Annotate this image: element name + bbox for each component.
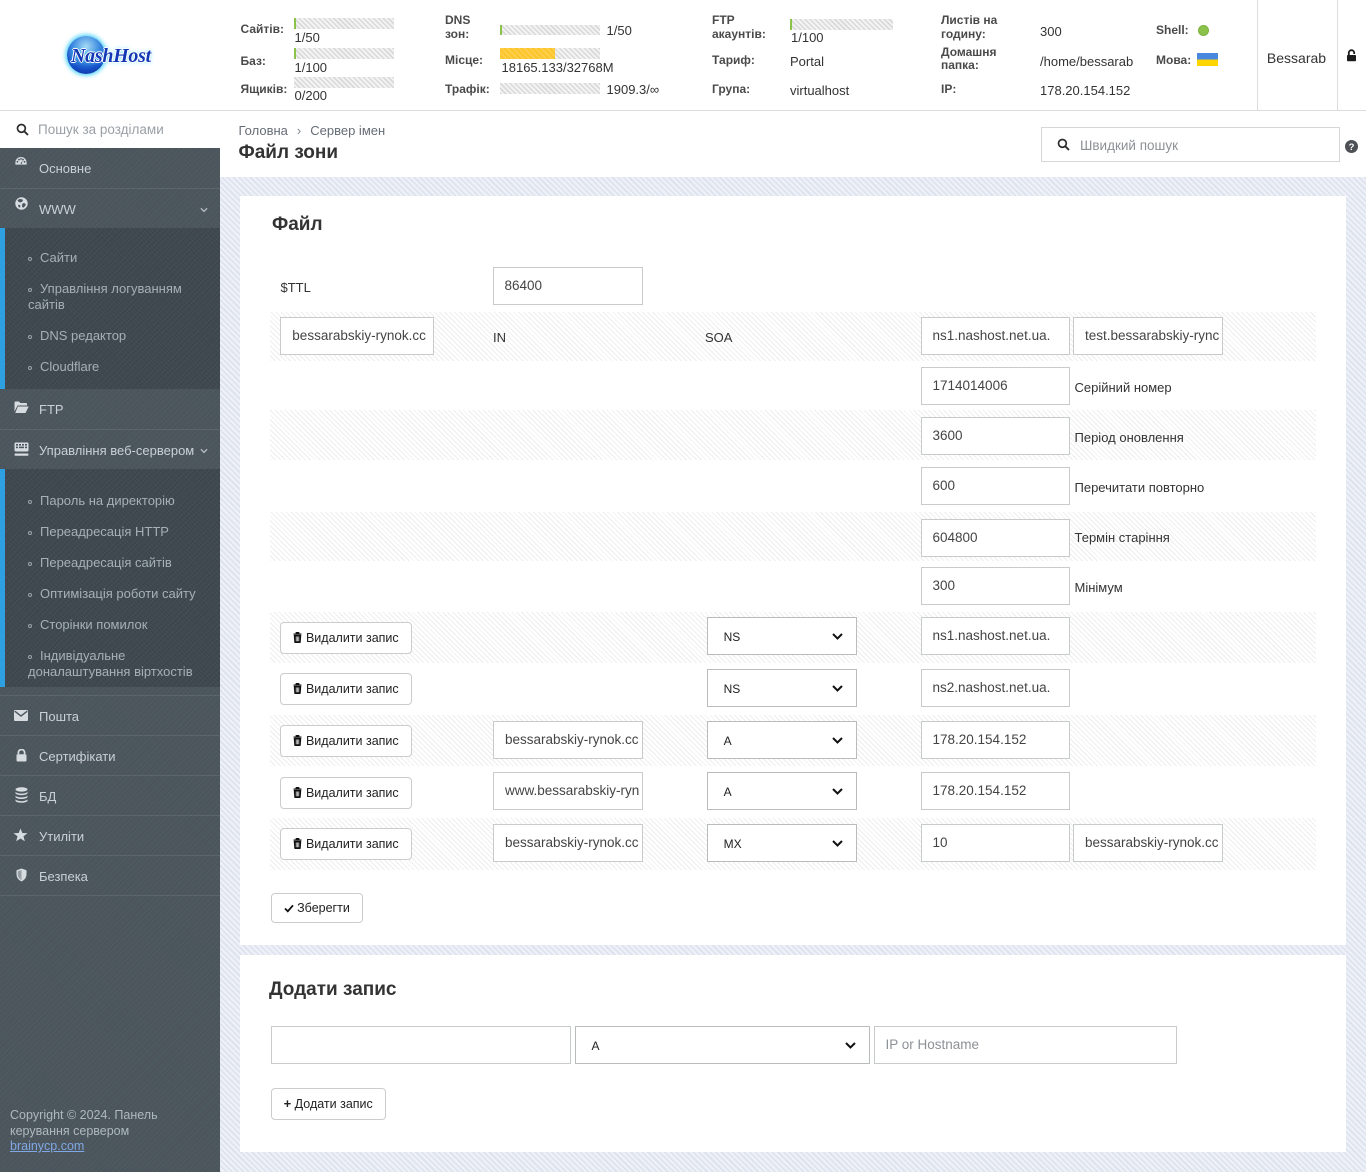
svg-text:?: ?: [1349, 142, 1355, 153]
